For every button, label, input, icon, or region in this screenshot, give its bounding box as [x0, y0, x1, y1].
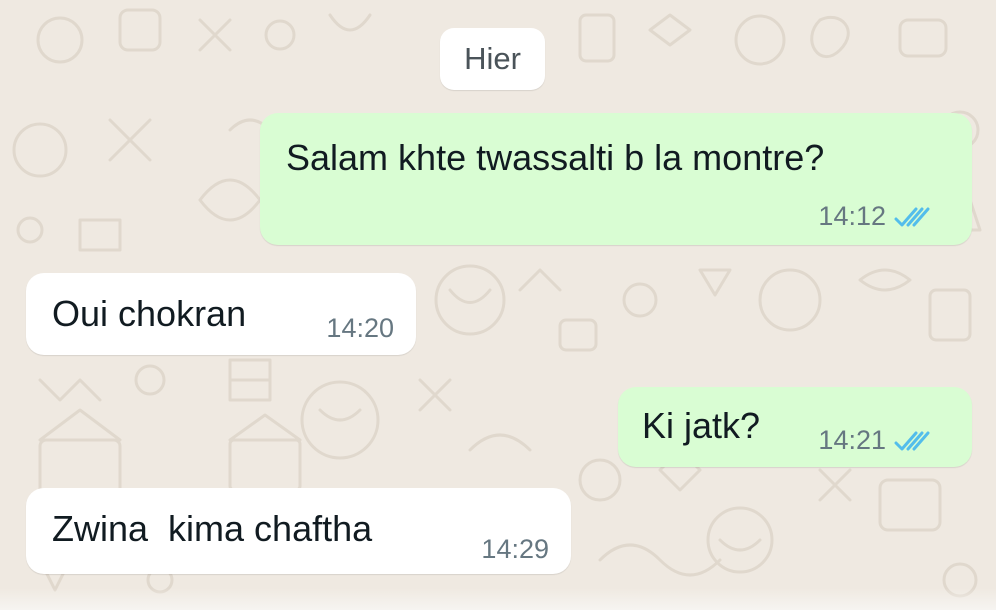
message-text: Ki jatk? — [642, 405, 761, 446]
message-time: 14:21 — [818, 425, 886, 455]
message-bubble-outgoing[interactable]: Ki jatk? 14:21 — [618, 387, 972, 467]
chat-area[interactable]: Hier Salam khte twassalti b la montre? 1… — [0, 0, 996, 610]
message-bubble-incoming[interactable]: Oui chokran 14:20 — [26, 273, 416, 355]
message-text: Salam khte twassalti b la montre? — [286, 137, 825, 178]
message-time: 14:20 — [326, 313, 394, 343]
double-check-icon — [894, 431, 930, 450]
double-check-icon — [894, 207, 930, 226]
message-meta: 14:21 — [818, 425, 932, 456]
message-bubble-outgoing[interactable]: Salam khte twassalti b la montre? 14:12 — [260, 113, 972, 245]
message-time: 14:12 — [818, 201, 886, 231]
message-text: Oui chokran — [52, 293, 247, 334]
message-bubble-incoming[interactable]: Zwina kima chaftha 14:29 — [26, 488, 571, 574]
date-separator: Hier — [440, 28, 545, 90]
message-time: 14:29 — [481, 534, 549, 564]
message-meta: 14:20 — [326, 313, 394, 344]
message-meta: 14:12 — [818, 201, 932, 232]
message-text: Zwina kima chaftha — [52, 508, 373, 549]
bottom-edge — [0, 588, 996, 610]
message-meta: 14:29 — [481, 534, 549, 565]
